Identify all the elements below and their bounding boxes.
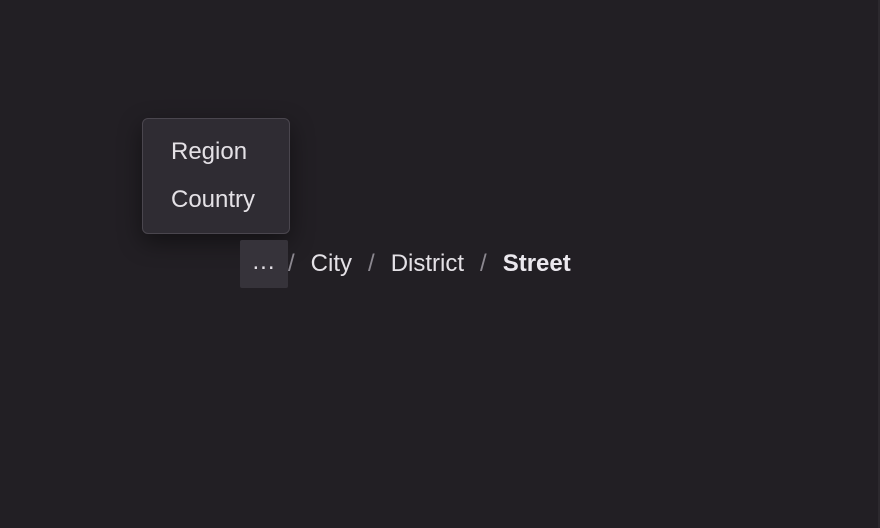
breadcrumb: ... / City / District / Street — [240, 240, 571, 288]
menu-item-country[interactable]: Country — [143, 176, 289, 224]
breadcrumb-separator: / — [480, 250, 487, 277]
breadcrumb-overflow-menu: Region Country — [142, 118, 290, 234]
menu-item-region[interactable]: Region — [143, 128, 289, 176]
breadcrumb-ellipsis-button[interactable]: ... — [240, 240, 288, 288]
breadcrumb-current-street: Street — [502, 250, 571, 277]
breadcrumb-separator: / — [288, 250, 295, 277]
breadcrumb-item-district[interactable]: District — [391, 240, 464, 288]
breadcrumb-separator: / — [368, 250, 375, 277]
breadcrumb-item-city[interactable]: City — [311, 240, 352, 288]
